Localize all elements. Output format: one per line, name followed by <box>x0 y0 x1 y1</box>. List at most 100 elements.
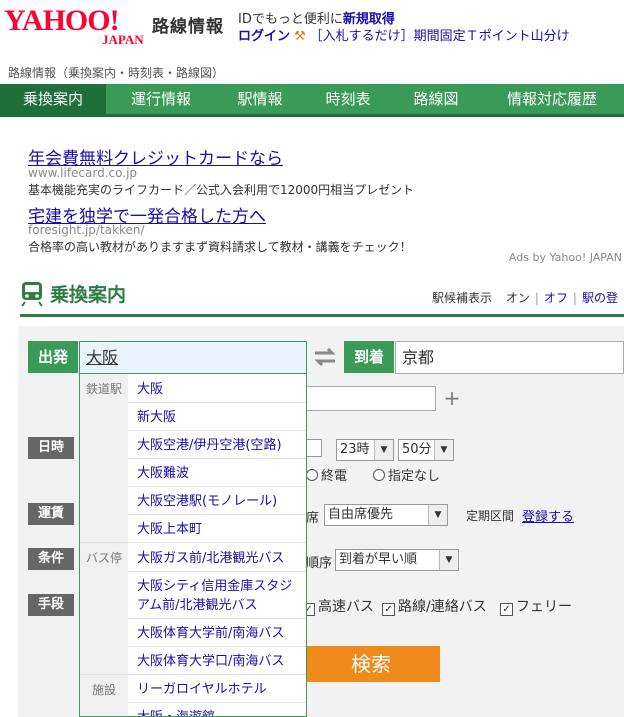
tab-operation[interactable]: 運行情報 <box>106 84 216 114</box>
means-label: 手段 <box>28 594 74 616</box>
campaign-link[interactable]: ［入札するだけ］期間固定Ｔポイント山分け <box>310 29 570 44</box>
radio-none[interactable]: 指定なし <box>373 465 440 484</box>
fare-label: 運賃 <box>28 503 74 525</box>
from-input[interactable]: 大阪 <box>79 341 307 374</box>
station-register-link[interactable]: 駅の登 <box>582 291 618 305</box>
radio-icon <box>306 469 318 481</box>
ads-by[interactable]: Ads by Yahoo! JAPAN <box>509 251 622 264</box>
hour-value: 23時 <box>340 442 370 457</box>
divider <box>128 618 306 619</box>
category-rail: 鉄道駅 <box>85 382 122 396</box>
station-suggest-dropdown: 鉄道駅 大阪 新大阪 大阪空港/伊丹空港(空路) 大阪難波 大阪空港駅(モノレー… <box>79 374 307 717</box>
login-line: ログイン ⚒ ［入札するだけ］期間固定Ｔポイント山分け <box>238 25 570 44</box>
checkbox-checked-icon: ✓ <box>500 603 513 616</box>
from-label: 出発 <box>28 341 78 373</box>
condition-label: 条件 <box>28 548 74 570</box>
suggest-item[interactable]: 大阪シティ信用金庫スタジアム前/北港観光バス <box>137 577 302 615</box>
suggest-item[interactable]: 大阪体育大学口/南海バス <box>137 652 302 671</box>
hour-select[interactable]: 23時 ▼ <box>336 439 394 461</box>
section-title: 乗換案内 <box>50 284 127 306</box>
divider <box>128 571 306 572</box>
divider <box>128 486 306 487</box>
station-suggest-label: 駅候補表示 <box>432 291 493 305</box>
pass-register-link[interactable]: 登録する <box>522 506 574 525</box>
suggest-item[interactable]: 大阪体育大学前/南海バス <box>137 624 302 643</box>
suggest-item[interactable]: 大阪 <box>137 380 302 399</box>
divider <box>128 458 306 459</box>
radio-last-label: 終電 <box>321 469 348 484</box>
gavel-icon: ⚒ <box>294 29 306 44</box>
order-prefix: 順序 <box>306 556 333 571</box>
suggest-item[interactable]: 大阪上本町 <box>137 520 302 539</box>
suggest-item[interactable]: 大阪・海遊館 <box>137 708 302 716</box>
means-ferry[interactable]: ✓ フェリー <box>500 596 572 616</box>
radio-none-label: 指定なし <box>388 469 441 484</box>
radio-icon <box>373 469 385 481</box>
minute-value: 50分 <box>402 442 432 457</box>
suggest-item[interactable]: リーガロイヤルホテル <box>137 680 302 699</box>
login-link[interactable]: ログイン <box>238 29 290 44</box>
minute-select[interactable]: 50分 ▼ <box>398 439 454 461</box>
means-route-bus-label: 路線/連絡バス <box>398 599 487 615</box>
tab-timetable[interactable]: 時刻表 <box>304 84 392 114</box>
chevron-down-icon: ▼ <box>434 440 453 460</box>
train-icon <box>21 281 43 307</box>
swap-icon[interactable] <box>312 344 338 370</box>
section-header: 乗換案内 <box>20 280 126 307</box>
tab-history[interactable]: 情報対応履歴 <box>480 84 624 114</box>
tab-station[interactable]: 駅情報 <box>216 84 304 114</box>
suggest-off[interactable]: オフ <box>544 291 568 305</box>
category-facility: 施設 <box>91 683 116 697</box>
section-underline <box>20 314 624 317</box>
divider <box>128 402 306 403</box>
yahoo-logo[interactable]: YAHOO! JAPAN <box>4 6 144 48</box>
divider <box>80 674 306 675</box>
ad-desc-2: 合格率の高い教材がありますまず資料請求して教材・講義をチェック！ <box>28 240 412 254</box>
calendar-icon[interactable] <box>306 439 322 457</box>
divider <box>128 430 306 431</box>
chevron-down-icon: ▼ <box>439 550 458 570</box>
from-input-value: 大阪 <box>86 348 119 367</box>
datetime-label: 日時 <box>28 437 74 459</box>
means-route-bus[interactable]: ✓ 路線/連絡バス <box>382 596 487 616</box>
tab-transfer[interactable]: 乗換案内 <box>0 84 106 114</box>
nav-underline <box>0 114 624 117</box>
order-select[interactable]: 到着が早い順 ▼ <box>335 549 459 571</box>
means-highway-bus[interactable]: ✓ 高速バス <box>302 596 374 616</box>
checkbox-checked-icon: ✓ <box>382 603 395 616</box>
chevron-down-icon: ▼ <box>428 505 447 525</box>
suggest-item[interactable]: 大阪難波 <box>137 464 302 483</box>
divider <box>80 542 306 543</box>
suggest-item[interactable]: 大阪空港駅(モノレール) <box>137 492 302 511</box>
ad-url-1[interactable]: www.lifecard.co.jp <box>28 166 137 180</box>
breadcrumb: 路線情報（乗換案内・時刻表・路線図） <box>8 66 225 80</box>
to-input[interactable]: 京都 <box>395 341 624 374</box>
means-highway-bus-label: 高速バス <box>318 599 374 615</box>
via-input[interactable] <box>302 386 436 411</box>
radio-last-train[interactable]: 終電 <box>306 465 347 484</box>
divider <box>128 514 306 515</box>
suggest-item[interactable]: 新大阪 <box>137 408 302 427</box>
ad-desc-1: 基本機能充実のライフカード／公式入会利用で12000円相当プレゼント <box>28 183 415 197</box>
station-suggest-options: 駅候補表示 オン | オフ | 駅の登 <box>432 291 618 305</box>
divider <box>128 702 306 703</box>
seat-prefix: 席 <box>306 511 320 526</box>
to-label: 到着 <box>344 341 394 373</box>
seat-select[interactable]: 自由席優先 ▼ <box>324 504 448 526</box>
search-button[interactable]: 検索 <box>302 646 440 682</box>
order-value: 到着が早い順 <box>339 552 418 567</box>
logo-sub: JAPAN <box>102 32 144 47</box>
main-nav: 乗換案内 運行情報 駅情報 時刻表 路線図 情報対応履歴 <box>0 84 624 114</box>
suggest-on[interactable]: オン <box>506 291 530 305</box>
ad-url-2[interactable]: foresight.jp/takken/ <box>28 223 145 237</box>
suggest-item[interactable]: 大阪ガス前/北港観光バス <box>137 549 302 568</box>
means-ferry-label: フェリー <box>516 599 572 615</box>
service-name[interactable]: 路線情報 <box>152 12 224 37</box>
tab-route-map[interactable]: 路線図 <box>392 84 480 114</box>
seat-value: 自由席優先 <box>328 507 394 522</box>
divider <box>128 646 306 647</box>
suggest-item[interactable]: 大阪空港/伊丹空港(空路) <box>137 436 302 455</box>
chevron-down-icon: ▼ <box>374 440 393 460</box>
add-via-icon[interactable]: + <box>440 386 464 411</box>
category-bus: バス停 <box>85 551 122 565</box>
